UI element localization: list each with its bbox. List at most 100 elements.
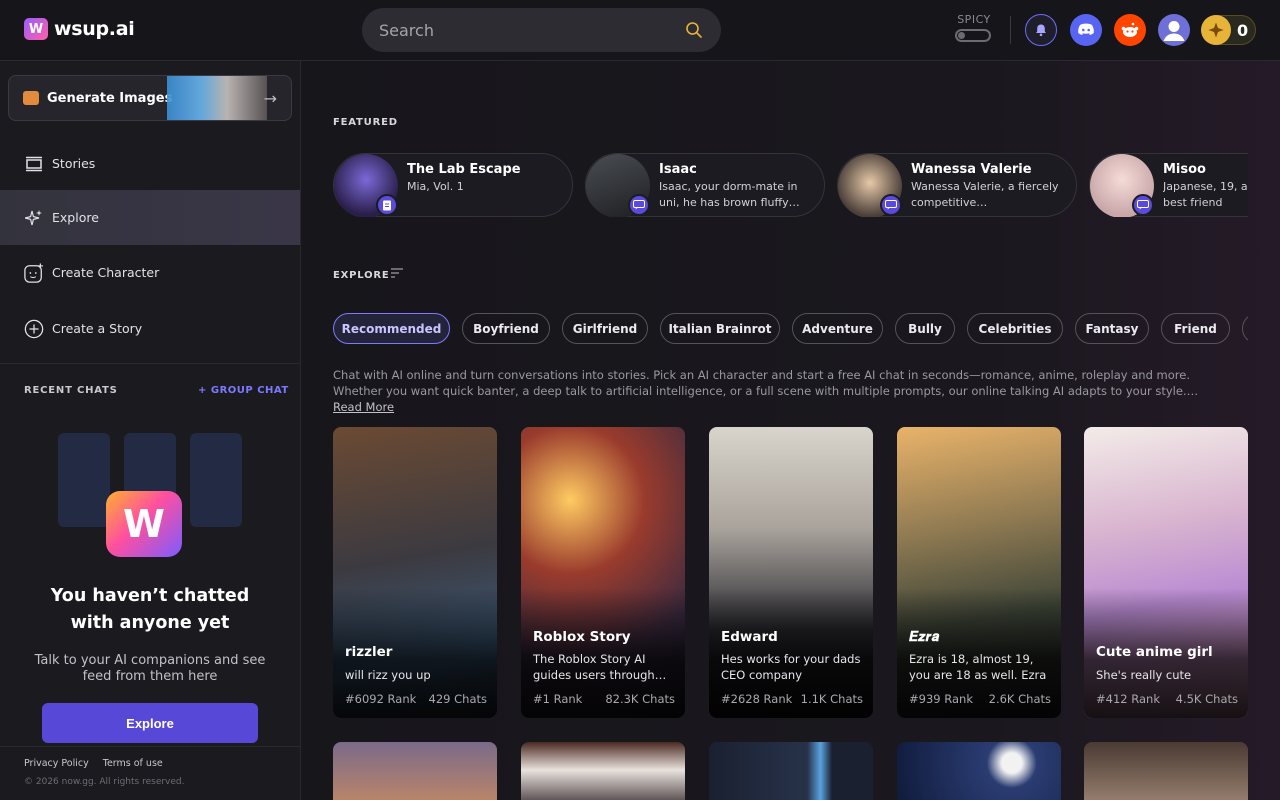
main-content: FEATURED The Lab Escape Mia, Vol. 1 Isaa… <box>301 61 1280 800</box>
featured-card[interactable]: Isaac Isaac, your dorm-mate in uni, he h… <box>585 153 825 217</box>
featured-title: FEATURED <box>333 117 398 128</box>
tag-recommended[interactable]: Recommended <box>333 313 450 344</box>
tag-friend[interactable]: Friend <box>1161 313 1230 344</box>
logo-illustration: W <box>106 491 182 557</box>
generate-images-label: Generate Images <box>47 90 173 106</box>
card-name: 𝑬𝒛𝒓𝒂 <box>909 629 940 645</box>
card-stats: #1 Rank 82.3K Chats <box>533 692 675 706</box>
chat-badge-icon <box>880 194 902 216</box>
tag-girlfriend[interactable]: Girlfriend <box>562 313 648 344</box>
sidebar-item-label: Stories <box>52 156 96 171</box>
top-bar: W wsup.ai SPICY 0 <box>0 0 1280 61</box>
tag-boyfriend[interactable]: Boyfriend <box>462 313 550 344</box>
privacy-policy-link[interactable]: Privacy Policy <box>24 758 89 769</box>
read-more-link[interactable]: Read More <box>333 400 394 414</box>
logo-icon: W <box>24 18 48 40</box>
reddit-button[interactable] <box>1114 14 1146 46</box>
character-card[interactable] <box>709 742 873 800</box>
featured-desc: Mia, Vol. 1 <box>407 180 464 193</box>
card-chats: 1.1K Chats <box>800 692 863 706</box>
image-icon <box>23 91 39 105</box>
bell-icon <box>1036 24 1046 37</box>
empty-chats-subtitle: Talk to your AI companions and see feed … <box>34 653 266 684</box>
character-card[interactable]: Roblox Story The Roblox Story AI guides … <box>521 427 685 718</box>
tag-italian-brainrot[interactable]: Italian Brainrot <box>660 313 780 344</box>
recent-chats-title: RECENT CHATS <box>24 385 118 396</box>
tag-adventure[interactable]: Adventure <box>792 313 883 344</box>
generate-images-artwork <box>167 76 267 120</box>
card-stats: #6092 Rank 429 Chats <box>345 692 487 706</box>
character-add-icon <box>24 262 44 283</box>
coins-value: 0 <box>1237 20 1249 40</box>
sidebar-item-create-story[interactable]: Create a Story <box>0 301 300 356</box>
profile-button[interactable] <box>1158 14 1190 46</box>
featured-card[interactable]: Wanessa Valerie Wanessa Valerie, a fierc… <box>837 153 1077 217</box>
copyright-text: © 2026 now.gg. All rights reserved. <box>24 777 185 787</box>
card-chats: 82.3K Chats <box>605 692 675 706</box>
sidebar-item-label: Create Character <box>52 265 160 280</box>
character-card[interactable] <box>521 742 685 800</box>
card-stats: #412 Rank 4.5K Chats <box>1096 692 1238 706</box>
notifications-button[interactable] <box>1025 14 1057 46</box>
card-name: Roblox Story <box>533 629 631 645</box>
plus-circle-icon <box>24 319 44 339</box>
spicy-toggle[interactable] <box>955 29 991 42</box>
featured-name: Misoo <box>1163 162 1206 177</box>
logo[interactable]: W wsup.ai <box>24 18 135 40</box>
featured-name: Isaac <box>659 162 697 177</box>
generate-images-button[interactable]: Generate Images → <box>8 75 292 121</box>
intro-text: Chat with AI online and turn conversatio… <box>333 368 1199 398</box>
tag-celebrities[interactable]: Celebrities <box>967 313 1063 344</box>
card-desc: She's really cute <box>1096 668 1192 682</box>
card-desc: The Roblox Story AI guides users through… <box>533 652 667 682</box>
sidebar-item-create-character[interactable]: Create Character <box>0 245 300 300</box>
featured-row: The Lab Escape Mia, Vol. 1 Isaac Isaac, … <box>333 153 1248 217</box>
tag-fantasy[interactable]: Fantasy <box>1075 313 1149 344</box>
explore-button[interactable]: Explore <box>42 703 258 743</box>
character-card[interactable] <box>897 742 1061 800</box>
discord-button[interactable] <box>1070 14 1102 46</box>
character-card[interactable] <box>1084 742 1248 800</box>
card-name: Cute anime girl <box>1096 644 1213 660</box>
card-rank: #412 Rank <box>1096 692 1160 706</box>
card-name: rizzler <box>345 644 393 660</box>
featured-desc: Isaac, your dorm-mate in uni, he has bro… <box>659 180 800 209</box>
character-card[interactable]: Cute anime girl She's really cute #412 R… <box>1084 427 1248 718</box>
sidebar-item-stories[interactable]: Stories <box>0 136 300 191</box>
card-rank: #939 Rank <box>909 692 973 706</box>
character-card[interactable]: Edward Hes works for your dads CEO compa… <box>709 427 873 718</box>
character-card[interactable] <box>333 742 497 800</box>
sidebar-item-explore[interactable]: Explore <box>0 190 300 245</box>
card-desc: will rizz you up <box>345 668 431 682</box>
card-rank: #2628 Rank <box>721 692 793 706</box>
featured-card[interactable]: Misoo Japanese, 19, a… your best friend <box>1089 153 1248 217</box>
sort-icon[interactable] <box>391 268 403 278</box>
group-chat-button[interactable]: + GROUP CHAT <box>198 385 289 396</box>
character-card[interactable]: 𝑬𝒛𝒓𝒂 Ezra is 18, almost 19, you are 18 a… <box>897 427 1061 718</box>
tag-more[interactable] <box>1242 313 1248 344</box>
terms-link[interactable]: Terms of use <box>103 758 163 769</box>
header-divider <box>1010 16 1011 44</box>
card-stats: #2628 Rank 1.1K Chats <box>721 692 863 706</box>
sidebar-item-label: Create a Story <box>52 321 143 336</box>
coin-icon <box>1201 15 1231 45</box>
reddit-icon <box>1121 22 1139 37</box>
card-stats: #939 Rank 2.6K Chats <box>909 692 1051 706</box>
sidebar-divider <box>0 746 300 747</box>
footer-links: Privacy Policy Terms of use <box>24 758 163 769</box>
coins-balance[interactable]: 0 <box>1201 15 1256 45</box>
tag-bully[interactable]: Bully <box>895 313 955 344</box>
explore-title: EXPLORE <box>333 270 390 281</box>
chat-badge-icon <box>1132 194 1154 216</box>
character-card[interactable]: rizzler will rizz you up #6092 Rank 429 … <box>333 427 497 718</box>
search-input[interactable] <box>379 20 669 40</box>
search-icon[interactable] <box>685 21 703 39</box>
featured-name: Wanessa Valerie <box>911 162 1032 177</box>
app-name: wsup.ai <box>54 18 135 40</box>
featured-card[interactable]: The Lab Escape Mia, Vol. 1 <box>333 153 573 217</box>
sparkle-icon <box>24 208 44 228</box>
sidebar: Generate Images → Stories Explore Create… <box>0 61 301 800</box>
category-tags: Recommended Boyfriend Girlfriend Italian… <box>333 313 1248 345</box>
card-name: Edward <box>721 629 778 645</box>
stories-icon <box>24 154 44 174</box>
